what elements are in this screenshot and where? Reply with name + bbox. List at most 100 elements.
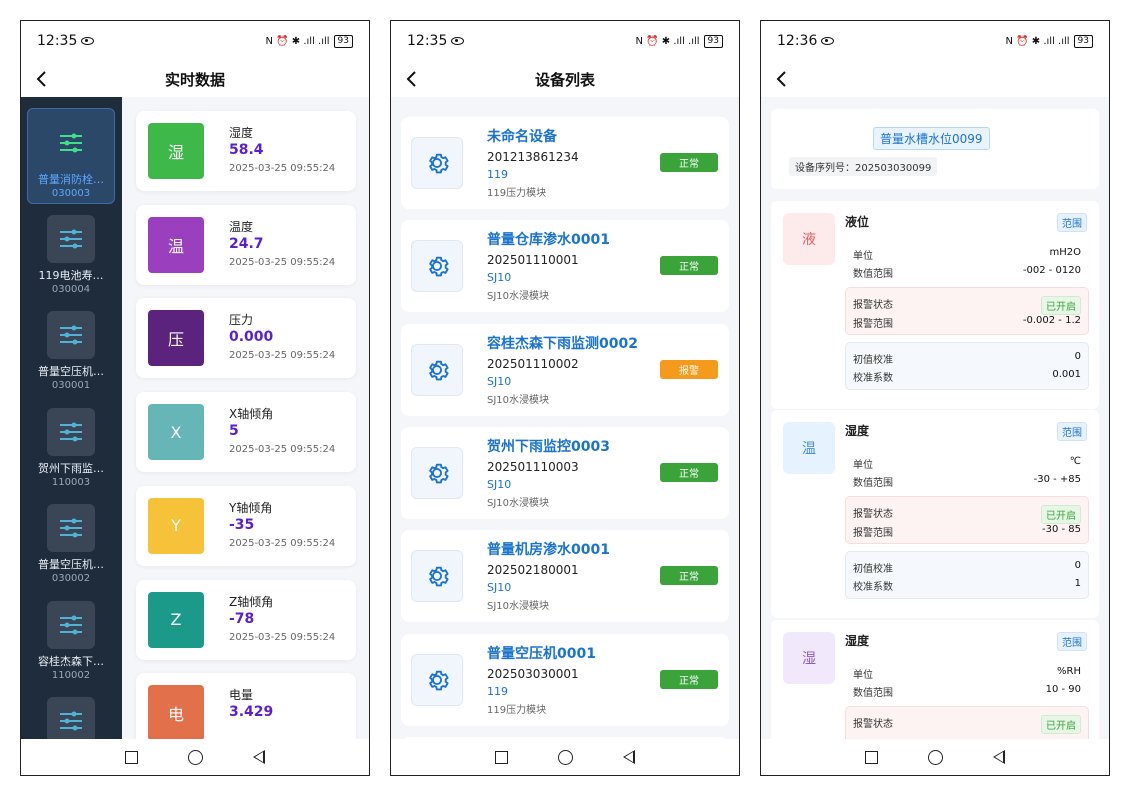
- device-icon-box: [411, 446, 463, 499]
- recent-apps-icon[interactable]: [125, 750, 138, 764]
- status-time: 12:35: [407, 33, 448, 49]
- device-icon-box: [411, 137, 463, 189]
- row-label: 数值范围: [853, 478, 893, 489]
- range-tag[interactable]: 范围: [1057, 422, 1087, 441]
- sidebar-device-item[interactable]: 普量空压机… 030002: [27, 494, 115, 590]
- reading-value: -35: [229, 516, 255, 533]
- device-card[interactable]: 贺州下雨监控0003 202501110003 SJ10 SJ10水浸模块 正常: [401, 426, 729, 519]
- sidebar-device-item[interactable]: [27, 687, 115, 741]
- device-icon-box: [411, 653, 463, 706]
- reading-badge: 压: [148, 310, 204, 367]
- device-serial: 202501110003: [487, 459, 579, 474]
- alarm-status-row: 报警状态 已开启: [853, 505, 1081, 524]
- reading-time: 2025-03-25 09:55:24: [229, 163, 336, 174]
- eye-icon: [451, 37, 465, 45]
- system-nav-bar: [761, 739, 1109, 775]
- sidebar-device-item[interactable]: 普量空压机… 030001: [27, 301, 115, 397]
- sidebar-device-item[interactable]: 119电池寿… 030004: [27, 205, 115, 301]
- reading-label: 温度: [229, 219, 254, 234]
- sliders-icon: [60, 615, 82, 634]
- sidebar-device-code: 030003: [51, 188, 91, 199]
- status-icons: N ⏰ ✱ .ıll .ıll: [265, 35, 330, 47]
- back-icon[interactable]: [253, 750, 265, 764]
- row-label: 报警状态: [853, 509, 893, 520]
- status-bar: 12:36 N ⏰ ✱ .ıll .ıll 93: [761, 21, 1109, 61]
- device-card[interactable]: 普量机房渗水0001 202502180001 SJ10 SJ10水浸模块 正常: [401, 530, 729, 623]
- device-icon-box: [47, 504, 95, 552]
- device-model: 119: [487, 168, 508, 181]
- device-card[interactable]: 未命名设备 201213861234 119 119压力模块 正常: [401, 117, 729, 209]
- nav-bar: 实时数据: [21, 61, 369, 97]
- home-icon[interactable]: [188, 749, 203, 765]
- gear-icon: [429, 670, 449, 690]
- device-name: 普量仓库渗水0001: [487, 232, 610, 249]
- sidebar-device-item[interactable]: 容桂杰森下… 110002: [27, 591, 115, 687]
- device-serial: 202503030001: [487, 666, 579, 681]
- recent-apps-icon[interactable]: [865, 750, 878, 764]
- sidebar-device-code: 030002: [51, 573, 91, 584]
- status-bar: 12:35 N ⏰ ✱ .ıll .ıll 93: [391, 21, 739, 61]
- nav-bar: [761, 61, 1109, 97]
- reading-label: 压力: [229, 313, 254, 328]
- status-badge: 正常: [660, 153, 718, 172]
- recent-apps-icon[interactable]: [495, 750, 508, 764]
- alarm-status-row: 报警状态 已开启: [853, 296, 1081, 315]
- status-badge: 报警: [660, 359, 718, 379]
- sidebar-device-code: 110003: [51, 476, 91, 488]
- page-title: 实时数据: [164, 70, 225, 89]
- back-arrow-icon[interactable]: [405, 70, 419, 88]
- page-title: 设备列表: [534, 70, 595, 89]
- unit-row: 单位 ℃: [853, 456, 1081, 471]
- init-calib-row: 初值校准 0: [853, 560, 1081, 575]
- reading-value: 58.4: [229, 142, 264, 158]
- range-tag[interactable]: 范围: [1057, 632, 1087, 651]
- init-calib-row: 初值校准 0: [853, 351, 1081, 366]
- home-icon[interactable]: [928, 749, 943, 765]
- back-arrow-icon[interactable]: [35, 70, 49, 88]
- range-tag[interactable]: 范围: [1057, 213, 1087, 232]
- device-serial: 202501110001: [487, 253, 579, 268]
- reading-badge: Z: [148, 591, 204, 648]
- device-module: 119压力模块: [487, 704, 547, 716]
- status-icons: N ⏰ ✱ .ıll .ıll: [1005, 35, 1070, 47]
- range-row: 数值范围 -30 - +85: [853, 474, 1081, 489]
- status-icons: N ⏰ ✱ .ıll .ıll: [635, 35, 700, 47]
- device-serial: 设备序列号：202503030099: [789, 157, 938, 176]
- status-badge: 正常: [660, 566, 718, 586]
- sidebar-device-code: 110002: [51, 669, 91, 681]
- back-arrow-icon[interactable]: [775, 70, 789, 88]
- reading-value: -78: [229, 610, 255, 627]
- sliders-icon: [60, 711, 82, 731]
- sidebar-device-item[interactable]: 普量消防栓… 030003: [27, 108, 115, 204]
- device-icon-box: [47, 119, 95, 167]
- back-icon[interactable]: [623, 750, 635, 764]
- back-icon[interactable]: [993, 750, 1005, 764]
- reading-label: 湿度: [229, 126, 254, 140]
- sidebar-device-name: 贺州下雨监…: [38, 461, 104, 475]
- sensor-title: 湿度: [845, 424, 870, 438]
- sliders-icon: [60, 325, 82, 345]
- reading-value: 24.7: [229, 235, 264, 252]
- device-name: 未命名设备: [487, 129, 557, 145]
- device-name: 容桂杰森下雨监测0002: [487, 335, 638, 352]
- device-card[interactable]: 容桂杰森下雨监测0002 202501110002 SJ10 SJ10水浸模块 报警: [401, 323, 729, 416]
- gear-icon: [429, 360, 449, 380]
- sidebar-device-item[interactable]: 贺州下雨监… 110003: [27, 398, 115, 494]
- device-card[interactable]: 普量空压机0001 202503030001 119 119压力模块 正常: [401, 633, 729, 726]
- gear-icon: [429, 257, 449, 277]
- row-label: 单位: [853, 251, 873, 262]
- reading-time: 2025-03-25 09:55:24: [229, 537, 336, 549]
- home-icon[interactable]: [558, 749, 573, 765]
- reading-card: X X轴倾角 5 2025-03-25 09:55:24: [136, 392, 356, 473]
- sidebar-device-name: 容桂杰森下…: [38, 654, 104, 668]
- device-serial: 201213861234: [487, 150, 579, 164]
- eye-icon: [81, 37, 95, 45]
- sidebar-device-code: 030004: [51, 283, 91, 295]
- sensor-section: 湿湿度 范围 单位 %RH 数值范围 10 - 90 报警状态 已开启: [771, 620, 1099, 741]
- reading-card: 温 温度 24.7 2025-03-25 09:55:24: [136, 204, 356, 285]
- system-nav-bar: [21, 739, 369, 775]
- row-label: 数值范围: [853, 269, 893, 280]
- status-badge: 正常: [660, 669, 718, 689]
- device-card[interactable]: 普量仓库渗水0001 202501110001 SJ10 SJ10水浸模块 正常: [401, 220, 729, 313]
- reading-badge: Y: [148, 497, 204, 554]
